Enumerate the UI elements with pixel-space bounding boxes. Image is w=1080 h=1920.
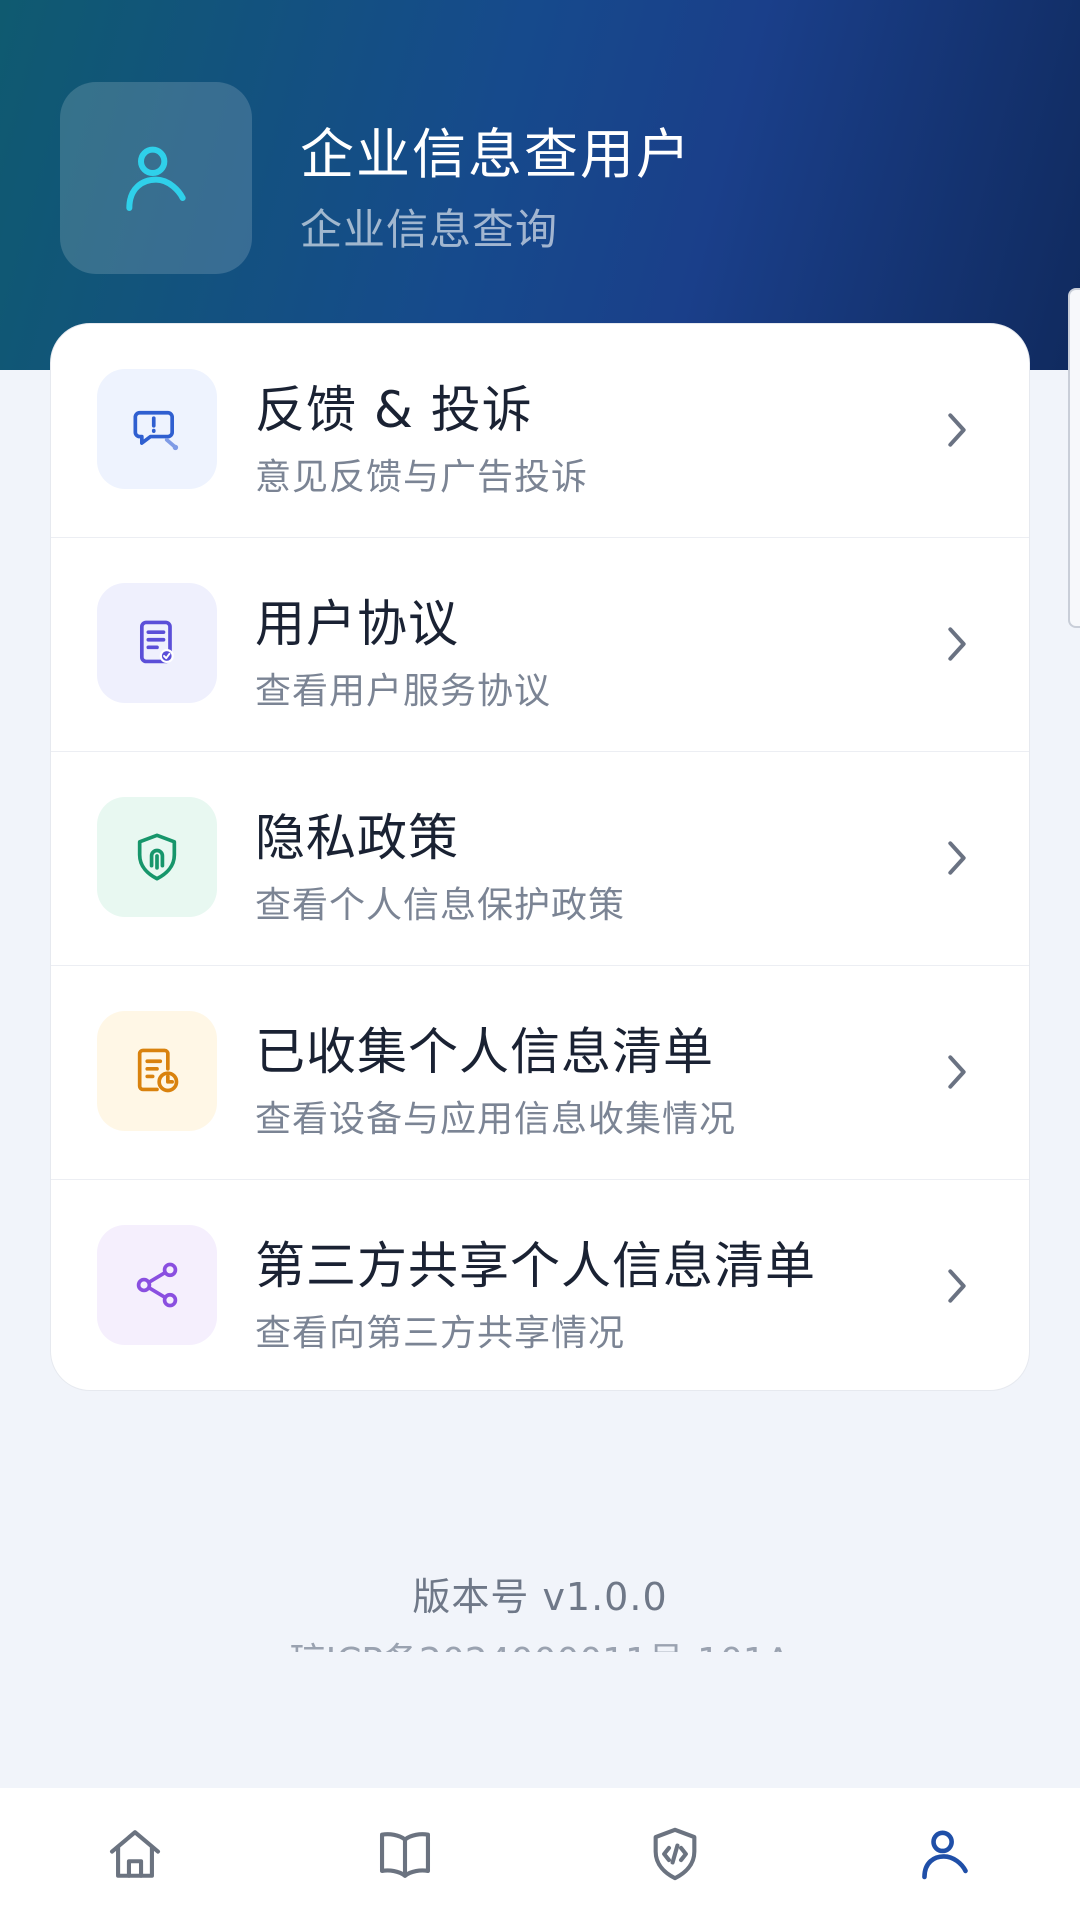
- chevron-right-icon: [937, 624, 977, 664]
- feedback-icon: [133, 410, 179, 451]
- menu-item-user-agreement[interactable]: 用户协议 查看用户服务协议: [51, 538, 1029, 752]
- icp-record-clip: 琼ICP备2024000011号-101A: [0, 1632, 1080, 1652]
- user-icon: [126, 146, 186, 211]
- chevron-right-icon: [937, 838, 977, 878]
- nav-tab-profile[interactable]: [810, 1788, 1080, 1920]
- version-label: 版本号 v1.0.0: [412, 1575, 668, 1619]
- menu-card: 反馈 & 投诉 意见反馈与广告投诉 用户协议 查看用户服务协议 隐私政策 查看个…: [50, 323, 1030, 1391]
- user-subtitle: 企业信息查询: [300, 205, 559, 254]
- document-icon: [139, 620, 174, 664]
- user-name: 企业信息查用户: [300, 123, 692, 186]
- shield-code-icon: [653, 1827, 697, 1881]
- menu-item-title: 第三方共享个人信息清单: [255, 1237, 816, 1295]
- menu-item-desc: 查看用户服务协议: [255, 671, 552, 712]
- file-list-icon: [137, 1048, 179, 1093]
- shield-icon: [137, 833, 177, 881]
- menu-item-third-party-sharing[interactable]: 第三方共享个人信息清单 查看向第三方共享情况: [51, 1180, 1029, 1390]
- feedback-icon-tile: [97, 369, 217, 489]
- file-list-icon-tile: [97, 1011, 217, 1131]
- menu-item-feedback[interactable]: 反馈 & 投诉 意见反馈与广告投诉: [51, 324, 1029, 538]
- book-icon: [379, 1832, 431, 1878]
- user-icon: [922, 1830, 968, 1880]
- chevron-right-icon: [937, 1266, 977, 1306]
- share-icon-tile: [97, 1225, 217, 1345]
- menu-item-desc: 查看设备与应用信息收集情况: [255, 1099, 737, 1140]
- nav-tab-security[interactable]: [540, 1788, 810, 1920]
- share-icon: [136, 1262, 178, 1308]
- home-icon: [109, 1830, 161, 1878]
- chevron-right-icon: [937, 1052, 977, 1092]
- nav-tab-book[interactable]: [270, 1788, 540, 1920]
- bottom-nav: [0, 1788, 1080, 1920]
- shield-icon-tile: [97, 797, 217, 917]
- chevron-right-icon: [937, 410, 977, 450]
- menu-item-desc: 查看向第三方共享情况: [255, 1313, 626, 1354]
- menu-item-desc: 意见反馈与广告投诉: [255, 457, 589, 498]
- document-icon-tile: [97, 583, 217, 703]
- menu-item-title: 反馈 & 投诉: [255, 381, 533, 439]
- scrollbar[interactable]: [1068, 288, 1080, 628]
- menu-item-collected-info[interactable]: 已收集个人信息清单 查看设备与应用信息收集情况: [51, 966, 1029, 1180]
- icp-record-link[interactable]: 琼ICP备2024000011号-101A: [0, 1632, 1080, 1652]
- avatar[interactable]: [60, 82, 252, 274]
- menu-item-title: 用户协议: [255, 595, 459, 653]
- menu-item-desc: 查看个人信息保护政策: [255, 885, 626, 926]
- menu-item-title: 已收集个人信息清单: [255, 1023, 714, 1081]
- nav-tab-home[interactable]: [0, 1788, 270, 1920]
- menu-item-privacy-policy[interactable]: 隐私政策 查看个人信息保护政策: [51, 752, 1029, 966]
- profile-page: 企业信息查用户 企业信息查询 反馈 & 投诉 意见反馈与广告投诉 用户协议 查看…: [0, 0, 1080, 1920]
- menu-item-title: 隐私政策: [255, 809, 459, 867]
- profile-header: 企业信息查用户 企业信息查询: [0, 0, 1080, 370]
